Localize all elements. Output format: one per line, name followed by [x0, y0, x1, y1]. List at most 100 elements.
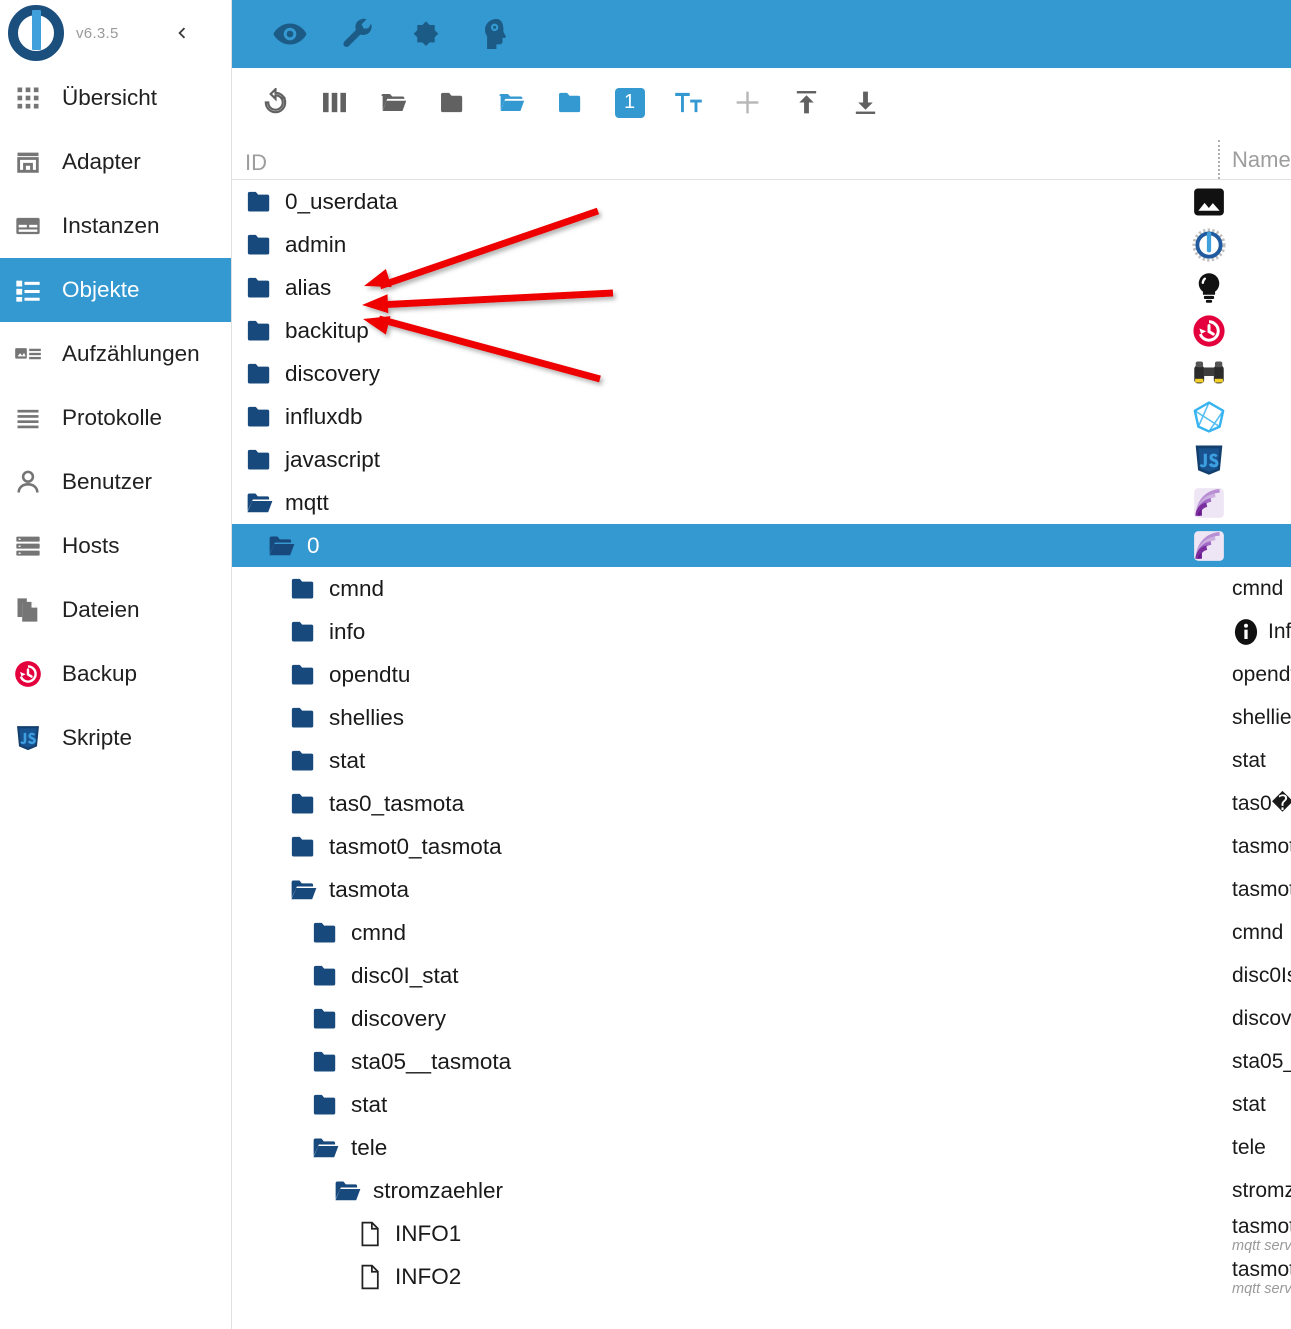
text-size-icon[interactable]	[659, 77, 718, 129]
sidebar-item-hosts[interactable]: Hosts	[0, 514, 231, 578]
sidebar-item-benutzer[interactable]: Benutzer	[0, 450, 231, 514]
columns-icon[interactable]	[305, 77, 364, 129]
folder-open-icon	[333, 1176, 363, 1206]
refresh-icon[interactable]	[246, 77, 305, 129]
row-id-label: tasmot0_tasmota	[329, 833, 502, 859]
folder-closed-icon	[245, 316, 275, 346]
brightness-icon[interactable]	[406, 14, 446, 54]
row-id-label: opendtu	[329, 661, 411, 687]
sidebar-item-objekte[interactable]: Objekte	[0, 258, 231, 322]
js-shield-icon	[1192, 443, 1226, 477]
store-icon	[14, 147, 48, 177]
folder-closed-grey-icon[interactable]	[423, 77, 482, 129]
sidebar-item-protokolle[interactable]: Protokolle	[0, 386, 231, 450]
row-id-label: stat	[351, 1091, 388, 1117]
table-row[interactable]: tasmot0_tasmota tasmot0�tasmota	[232, 825, 1291, 868]
sidebar-item-backup[interactable]: Backup	[0, 642, 231, 706]
table-row[interactable]: cmnd cmnd	[232, 567, 1291, 610]
row-id-label: stat	[329, 747, 366, 773]
sidebar-item-dateien[interactable]: Dateien	[0, 578, 231, 642]
row-id-label: javascript	[285, 446, 381, 472]
table-row[interactable]: tasmota tasmota	[232, 868, 1291, 911]
sidebar-item-aufz-hlungen[interactable]: Aufzählungen	[0, 322, 231, 386]
table-row[interactable]: disc0I_stat disc0Istat	[232, 954, 1291, 997]
mqtt-icon	[1192, 486, 1226, 520]
iobroker-admin-window: v6.3.5 Übersicht Adapter Instanzen Objekte A…	[0, 0, 1291, 1329]
row-id-label: cmnd	[351, 919, 407, 945]
table-row[interactable]: 0	[232, 524, 1291, 567]
row-id-cell: shellies	[289, 703, 404, 733]
row-name-cell: disc0Istat	[1232, 954, 1291, 997]
row-name-label: tele	[1232, 1135, 1266, 1159]
export-download-icon[interactable]	[836, 77, 895, 129]
table-row[interactable]: info Information	[232, 610, 1291, 653]
wrench-icon[interactable]	[338, 14, 378, 54]
add-icon[interactable]	[718, 77, 777, 129]
row-id-cell: tasmot0_tasmota	[289, 832, 502, 862]
table-row[interactable]: INFO1 tasmota/tele/stromzaehler/INFO1mqtt…	[232, 1212, 1291, 1255]
table-row[interactable]: cmnd cmnd	[232, 911, 1291, 954]
folder-closed-icon	[245, 273, 275, 303]
sidebar-item-adapter[interactable]: Adapter	[0, 130, 231, 194]
table-row[interactable]: discovery discovery	[232, 997, 1291, 1040]
row-id-label: mqtt	[285, 489, 329, 515]
row-name-cell: tasmota/tele/stromzaehler/INFO1mqtt serv…	[1232, 1212, 1291, 1255]
table-row[interactable]: admin	[232, 223, 1291, 266]
table-row[interactable]: tas0_tasmota tas0�tasmota	[232, 782, 1291, 825]
folder-open-blue-icon[interactable]	[482, 77, 541, 129]
row-id-label: discovery	[285, 360, 381, 386]
sidebar-item-instanzen[interactable]: Instanzen	[0, 194, 231, 258]
table-row[interactable]: javascript	[232, 438, 1291, 481]
folder-closed-icon	[289, 746, 319, 776]
table-row[interactable]: tele tele	[232, 1126, 1291, 1169]
import-upload-icon[interactable]	[777, 77, 836, 129]
row-name-cell: cmnd	[1232, 567, 1283, 610]
table-row[interactable]: alias	[232, 266, 1291, 309]
sidebar-item-label: Instanzen	[62, 213, 160, 238]
folder-closed-icon	[289, 789, 319, 819]
image-icon	[1192, 185, 1226, 219]
row-name-label: tasmota	[1232, 877, 1291, 901]
row-name-cell: sta05_tasmota	[1232, 1040, 1291, 1083]
row-id-cell: sta05__tasmota	[311, 1047, 511, 1077]
sidebar-item--bersicht[interactable]: Übersicht	[0, 66, 231, 130]
psychology-head-icon[interactable]	[474, 14, 514, 54]
table-row[interactable]: influxdb	[232, 395, 1291, 438]
logs-lines-icon	[14, 403, 48, 433]
row-id-label: tas0_tasmota	[329, 790, 465, 816]
column-resize-divider[interactable]	[1218, 140, 1220, 179]
folder-closed-blue-icon[interactable]	[541, 77, 600, 129]
row-name-cell: stromzaehler	[1232, 1169, 1291, 1212]
version-label: v6.3.5	[76, 24, 119, 42]
table-row[interactable]: sta05__tasmota sta05_tasmota	[232, 1040, 1291, 1083]
row-id-cell: stat	[311, 1090, 387, 1120]
row-name-cell: stat	[1232, 1083, 1266, 1126]
expand-level-1-icon[interactable]: 1	[600, 77, 659, 129]
table-row[interactable]: stromzaehler stromzaehler	[232, 1169, 1291, 1212]
folder-open-grey-icon[interactable]	[364, 77, 423, 129]
table-row[interactable]: backitup	[232, 309, 1291, 352]
eye-icon[interactable]	[270, 14, 310, 54]
chevron-left-icon[interactable]	[165, 16, 199, 50]
table-row[interactable]: mqtt	[232, 481, 1291, 524]
table-row[interactable]: INFO2 tasmota/tele/stromzaehler/INFO2mqtt…	[232, 1255, 1291, 1298]
info-circle-icon	[1232, 618, 1260, 646]
row-name-cell: tasmota	[1232, 868, 1291, 911]
row-name-cell: tas0�tasmota	[1232, 782, 1291, 825]
table-row[interactable]: stat stat	[232, 1083, 1291, 1126]
row-id-label: info	[329, 618, 366, 644]
row-name-label: Information	[1268, 619, 1291, 643]
row-id-label: INFO1	[395, 1220, 462, 1246]
folder-open-icon	[267, 531, 297, 561]
folder-open-icon	[311, 1133, 341, 1163]
table-row[interactable]: shellies shellies	[232, 696, 1291, 739]
table-row[interactable]: 0_userdata	[232, 180, 1291, 223]
folder-closed-icon	[311, 961, 341, 991]
table-row[interactable]: stat stat	[232, 739, 1291, 782]
table-row[interactable]: opendtu opendtu	[232, 653, 1291, 696]
row-id-label: 0_userdata	[285, 188, 398, 214]
row-name-label: stat	[1232, 1092, 1266, 1116]
folder-open-icon	[289, 875, 319, 905]
sidebar-item-skripte[interactable]: Skripte	[0, 706, 231, 770]
table-row[interactable]: discovery	[232, 352, 1291, 395]
